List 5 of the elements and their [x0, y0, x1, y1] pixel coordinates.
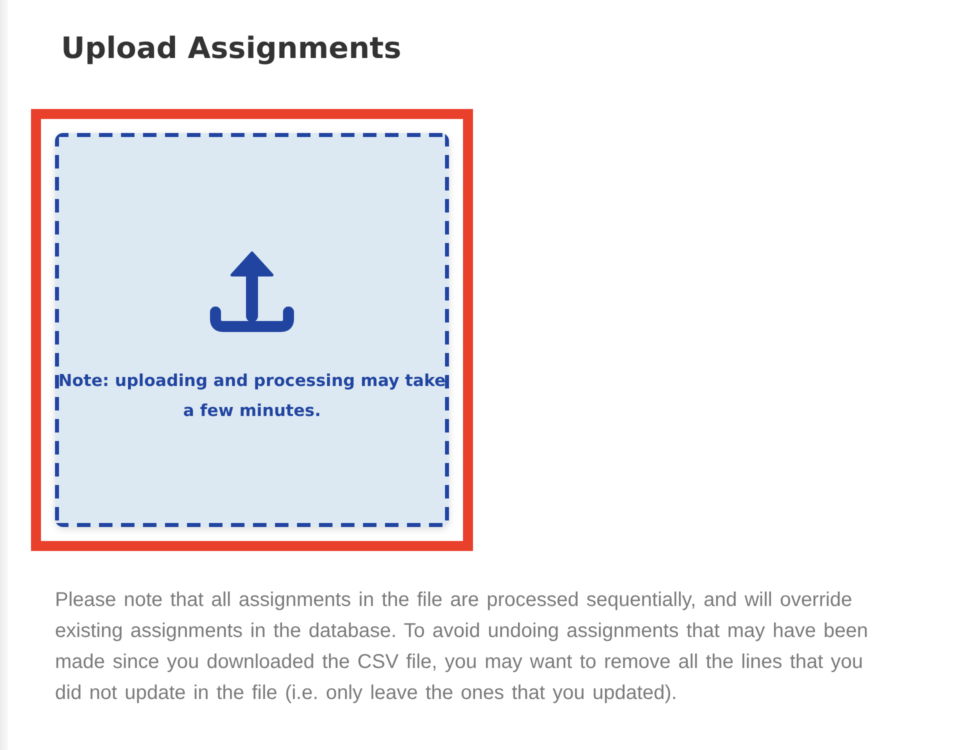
info-paragraph: Please note that all assignments in the file are processed sequentially, and will override existing assignments in the database. To avoid undoing assignments that may have been made since you downloaded the CSV file, you may want to remove all the lines that you did not update in the file (i.e. only leave the ones that you updated).: [55, 588, 870, 706]
upload-icon: [210, 250, 294, 332]
page-title: Upload Assignments: [61, 30, 402, 67]
upload-note: Note: uploading and processing may take a few minutes.: [57, 370, 447, 422]
upload-dropzone[interactable]: Note: uploading and processing may take a few minutes.: [55, 133, 449, 527]
